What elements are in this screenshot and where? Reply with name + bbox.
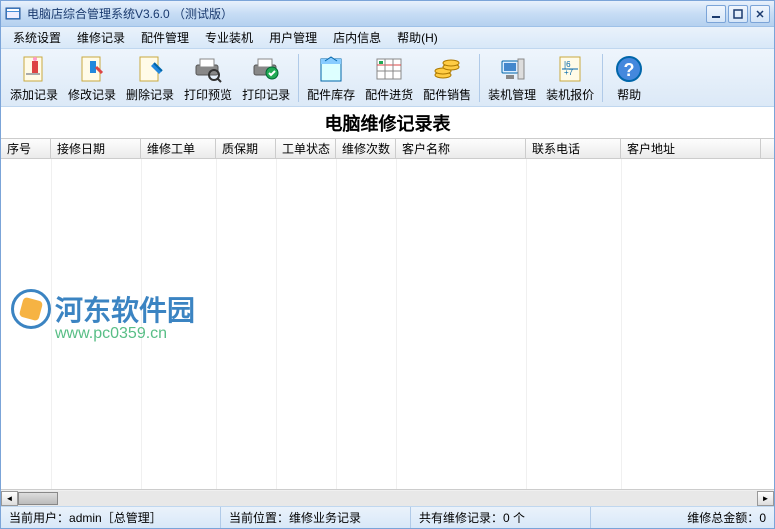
toolbar-label: 打印预览 [184,86,232,103]
status-total-amount: 维修总金额： 0 [591,507,774,528]
status-count-value: 0 个 [503,509,525,526]
toolbar-separator [602,54,603,102]
toolbar-label: 装机报价 [546,86,594,103]
edit-record-button[interactable]: 修改记录 [63,52,121,104]
toolbar-label: 打印记录 [242,86,290,103]
purchase-icon [373,53,405,85]
help-icon: ? [613,53,645,85]
col-repair-count[interactable]: 维修次数 [336,139,396,158]
status-user-label: 当前用户： [9,509,69,526]
toolbar-label: 删除记录 [126,86,174,103]
menu-repair-records[interactable]: 维修记录 [69,27,133,48]
status-location-label: 当前位置： [229,509,289,526]
close-button[interactable] [750,5,770,23]
toolbar-label: 配件进货 [365,86,413,103]
print-record-button[interactable]: 打印记录 [237,52,295,104]
status-user-value: admin［总管理］ [69,509,162,526]
menu-parts-mgmt[interactable]: 配件管理 [133,27,197,48]
toolbar-separator [479,54,480,102]
status-total-value: 0 [759,511,766,525]
titlebar: 电脑店综合管理系统V3.6.0 （测试版） [1,1,774,27]
menubar: 系统设置 维修记录 配件管理 专业装机 用户管理 店内信息 帮助(H) [1,27,774,49]
status-count-label: 共有维修记录： [419,509,503,526]
scroll-track[interactable] [18,491,757,506]
table-area: 序号 接修日期 维修工单 质保期 工单状态 维修次数 客户名称 联系电话 客户地… [1,139,774,489]
toolbar-separator [298,54,299,102]
scroll-thumb[interactable] [18,492,58,505]
col-address[interactable]: 客户地址 [621,139,761,158]
menu-user-mgmt[interactable]: 用户管理 [261,27,325,48]
col-receive-date[interactable]: 接修日期 [51,139,141,158]
parts-purchase-button[interactable]: 配件进货 [360,52,418,104]
menu-store-info[interactable]: 店内信息 [325,27,389,48]
minimize-button[interactable] [706,5,726,23]
toolbar-label: 装机管理 [488,86,536,103]
inventory-icon [315,53,347,85]
parts-sales-button[interactable]: 配件销售 [418,52,476,104]
menu-system-settings[interactable]: 系统设置 [5,27,69,48]
assembly-mgmt-icon [496,53,528,85]
scroll-right-button[interactable]: ► [757,491,774,506]
maximize-button[interactable] [728,5,748,23]
col-work-order[interactable]: 维修工单 [141,139,216,158]
toolbar-label: 添加记录 [10,86,58,103]
col-seq[interactable]: 序号 [1,139,51,158]
watermark-logo-icon [11,289,51,329]
assembly-quote-button[interactable]: |6+7 装机报价 [541,52,599,104]
menu-pro-assembly[interactable]: 专业装机 [197,27,261,48]
toolbar-label: 帮助 [617,86,641,103]
toolbar-label: 修改记录 [68,86,116,103]
menu-help[interactable]: 帮助(H) [389,27,446,48]
toolbar-label: 配件销售 [423,86,471,103]
edit-record-icon [76,53,108,85]
app-window: 电脑店综合管理系统V3.6.0 （测试版） 系统设置 维修记录 配件管理 专业装… [0,0,775,529]
window-controls [706,5,770,23]
print-preview-icon [192,53,224,85]
app-icon [5,6,21,22]
status-current-user: 当前用户： admin［总管理］ [1,507,221,528]
col-order-status[interactable]: 工单状态 [276,139,336,158]
horizontal-scrollbar[interactable]: ◄ ► [1,489,774,506]
assembly-quote-icon: |6+7 [554,53,586,85]
watermark-text: 河东软件园 [55,289,195,329]
window-title: 电脑店综合管理系统V3.6.0 （测试版） [27,5,706,22]
col-customer-name[interactable]: 客户名称 [396,139,526,158]
status-current-location: 当前位置： 维修业务记录 [221,507,411,528]
col-warranty[interactable]: 质保期 [216,139,276,158]
sales-icon [431,53,463,85]
help-button[interactable]: ? 帮助 [606,52,652,104]
toolbar: 添加记录 修改记录 删除记录 打印预览 打印记录 配件库存 配件进货 [1,49,774,107]
content-title: 电脑维修记录表 [1,107,774,139]
status-total-label: 维修总金额： [687,509,759,526]
print-preview-button[interactable]: 打印预览 [179,52,237,104]
statusbar: 当前用户： admin［总管理］ 当前位置： 维修业务记录 共有维修记录： 0 … [1,506,774,528]
toolbar-label: 配件库存 [307,86,355,103]
add-record-icon [18,53,50,85]
table-body: 河东软件园 www.pc0359.cn [1,159,774,489]
parts-inventory-button[interactable]: 配件库存 [302,52,360,104]
col-phone[interactable]: 联系电话 [526,139,621,158]
add-record-button[interactable]: 添加记录 [5,52,63,104]
delete-record-button[interactable]: 删除记录 [121,52,179,104]
delete-record-icon [134,53,166,85]
scroll-left-button[interactable]: ◄ [1,491,18,506]
status-location-value: 维修业务记录 [289,509,361,526]
print-record-icon [250,53,282,85]
status-record-count: 共有维修记录： 0 个 [411,507,591,528]
watermark-url: www.pc0359.cn [55,325,195,343]
watermark: 河东软件园 www.pc0359.cn [11,289,195,343]
svg-text:?: ? [624,60,635,80]
table-header: 序号 接修日期 维修工单 质保期 工单状态 维修次数 客户名称 联系电话 客户地… [1,139,774,159]
assembly-mgmt-button[interactable]: 装机管理 [483,52,541,104]
